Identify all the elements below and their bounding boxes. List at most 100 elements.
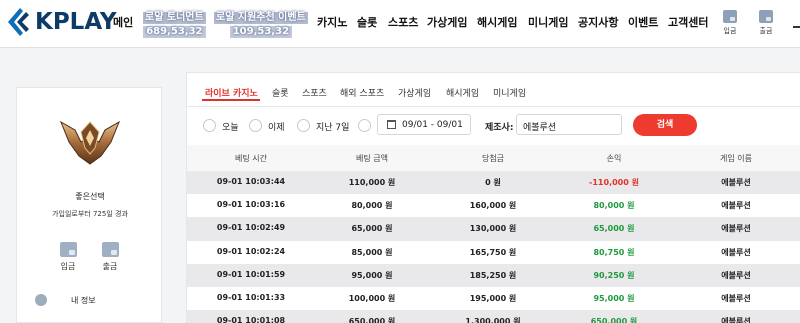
game-tabs: 라이브 카지노 슬롯 스포츠 해외 스포츠 가상게임 해시게임 미니게임 bbox=[187, 73, 800, 107]
promo-amount: 689,53,32 bbox=[143, 26, 206, 38]
header-deposit-button[interactable]: 입금 bbox=[718, 10, 742, 36]
tab-virtual[interactable]: 가상게임 bbox=[398, 86, 431, 99]
promo-title: 로얄 지원추천 이벤트 bbox=[214, 12, 308, 24]
user-nickname: 좋은선택 bbox=[75, 192, 105, 201]
tab-sports[interactable]: 스포츠 bbox=[302, 86, 327, 99]
deposit-label: 입금 bbox=[60, 262, 76, 271]
tab-live-casino[interactable]: 라이브 카지노 bbox=[205, 86, 258, 99]
col-bet-time: 베팅 시간 bbox=[235, 154, 267, 163]
radio-today[interactable] bbox=[203, 119, 216, 132]
radio-yesterday[interactable] bbox=[249, 119, 262, 132]
nav-hash[interactable]: 해시게임 bbox=[477, 14, 517, 30]
withdraw-label: 출금 bbox=[759, 27, 773, 35]
wallet-icon bbox=[59, 242, 77, 257]
nav-promo-tournament[interactable]: 로얄 토너먼트 689,53,32 bbox=[143, 12, 206, 38]
cell-profit-loss: 90,250 원 bbox=[593, 270, 635, 280]
col-profit-loss: 손익 bbox=[606, 154, 622, 163]
profile-withdraw-button[interactable]: 출금 bbox=[95, 242, 125, 272]
cell-bet-time: 09-01 10:01:08 bbox=[216, 316, 286, 323]
cell-bet-amount: 650,000 원 bbox=[348, 317, 396, 323]
col-game-name: 게임 이름 bbox=[720, 154, 752, 163]
cell-game-name: 에볼루션 bbox=[721, 270, 751, 280]
tab-overseas-sports[interactable]: 해외 스포츠 bbox=[340, 86, 384, 99]
radio-yesterday-label: 이제 bbox=[268, 123, 285, 133]
nav-slot[interactable]: 슬롯 bbox=[357, 14, 377, 30]
cell-bet-time: 09-01 10:01:59 bbox=[216, 269, 286, 279]
col-bet-amount: 베팅 금액 bbox=[356, 154, 388, 163]
cell-bet-time: 09-01 10:02:24 bbox=[216, 246, 286, 256]
table-row: 09-01 10:02:24 85,000 원 165,750 원 80,750 원 에… bbox=[187, 240, 800, 264]
promo-amount: 109,53,32 bbox=[229, 26, 293, 38]
cell-winnings: 160,000 원 bbox=[469, 201, 517, 211]
tab-hash[interactable]: 해시게임 bbox=[446, 86, 479, 99]
cell-bet-time: 09-01 10:02:49 bbox=[216, 223, 286, 233]
cell-winnings: 185,250 원 bbox=[469, 270, 517, 280]
cell-profit-loss: 80,000 원 bbox=[593, 201, 635, 211]
my-info-link[interactable]: 내 정보 bbox=[71, 295, 96, 306]
cell-bet-time: 09-01 10:03:44 bbox=[216, 177, 286, 186]
cell-bet-amount: 85,000 원 bbox=[351, 247, 393, 257]
date-range-picker[interactable]: 09/01 - 09/01 bbox=[377, 114, 471, 135]
rank-emblem-icon bbox=[60, 120, 120, 165]
profile-card: 좋은선택 가입일로부터 725일 경과 입금 출금 내 정보 bbox=[16, 87, 162, 323]
active-tab-indicator bbox=[202, 99, 260, 101]
cell-profit-loss: 65,000 원 bbox=[593, 224, 635, 234]
cell-bet-amount: 65,000 원 bbox=[351, 224, 393, 234]
radio-last-7-days-label: 지난 7일 bbox=[316, 123, 350, 133]
nav-notice[interactable]: 공지사항 bbox=[578, 14, 618, 30]
tab-mini[interactable]: 미니게임 bbox=[493, 86, 526, 99]
cell-game-name: 에볼루션 bbox=[721, 178, 751, 187]
table-row: 09-01 10:01:33 100,000 원 195,000 원 95,000 원… bbox=[187, 286, 800, 311]
cell-winnings: 1,300,000 원 bbox=[465, 317, 521, 323]
deposit-label: 입금 bbox=[723, 27, 737, 35]
cell-bet-amount: 95,000 원 bbox=[351, 270, 393, 280]
nav-event[interactable]: 이벤트 bbox=[628, 14, 658, 30]
cell-winnings: 0 원 bbox=[485, 178, 501, 187]
cell-game-name: 에볼루션 bbox=[721, 201, 751, 211]
cell-bet-time: 09-01 10:03:16 bbox=[216, 200, 286, 210]
table-body: 09-01 10:03:44 110,000 원0 원 -110,000 원 에볼루션… bbox=[187, 171, 800, 323]
cell-game-name: 에볼루션 bbox=[721, 247, 751, 257]
profile-deposit-button[interactable]: 입금 bbox=[53, 242, 83, 272]
wallet-icon bbox=[101, 242, 119, 257]
nav-promo-referral[interactable]: 로얄 지원추천 이벤트 109,53,32 bbox=[214, 12, 308, 38]
nav-main[interactable]: 메인 bbox=[113, 14, 133, 30]
cell-profit-loss: 80,750 원 bbox=[593, 247, 635, 257]
table-row: 09-01 10:01:59 95,000 원 185,250 원 90,250 원 에… bbox=[187, 263, 800, 287]
search-button[interactable]: 검색 bbox=[633, 114, 697, 136]
nav-casino[interactable]: 카지노 bbox=[317, 14, 347, 30]
wallet-icon bbox=[723, 10, 737, 23]
provider-input[interactable]: 에볼루션 bbox=[516, 114, 622, 135]
nav-mini[interactable]: 미니게임 bbox=[528, 14, 568, 30]
radio-last-7-days[interactable] bbox=[297, 119, 310, 132]
header-withdraw-button[interactable]: 출금 bbox=[754, 10, 778, 36]
cell-profit-loss: 95,000 원 bbox=[593, 293, 635, 303]
col-winnings: 당첨금 bbox=[481, 154, 505, 163]
cell-winnings: 195,000 원 bbox=[469, 293, 517, 303]
radio-custom-range[interactable] bbox=[358, 119, 371, 132]
calendar-icon bbox=[387, 120, 396, 129]
cell-winnings: 130,000 원 bbox=[469, 224, 517, 234]
nav-virtual[interactable]: 가상게임 bbox=[427, 14, 467, 30]
cell-bet-time: 09-01 10:01:33 bbox=[216, 292, 286, 302]
cell-bet-amount: 110,000 원 bbox=[348, 178, 396, 187]
menu-edge-icon[interactable] bbox=[793, 26, 800, 28]
nav-sports[interactable]: 스포츠 bbox=[388, 14, 418, 30]
tab-slot[interactable]: 슬롯 bbox=[272, 86, 289, 99]
nav-support[interactable]: 고객센터 bbox=[668, 14, 708, 30]
cell-winnings: 165,750 원 bbox=[469, 247, 517, 257]
promo-title: 로얄 토너먼트 bbox=[143, 12, 206, 24]
table-header: 베팅 시간 베팅 금액 당첨금 손익 게임 이름 bbox=[187, 145, 800, 171]
cell-game-name: 에볼루션 bbox=[721, 224, 751, 234]
date-range-value: 09/01 - 09/01 bbox=[402, 120, 463, 130]
brand-logo[interactable]: KPLAY bbox=[4, 6, 117, 38]
cell-game-name: 에볼루션 bbox=[721, 317, 751, 323]
table-row: 09-01 10:01:08 650,000 원 1,300,000 원 650,00… bbox=[187, 310, 800, 323]
user-icon bbox=[35, 294, 47, 306]
table-row: 09-01 10:02:49 65,000 원 130,000 원 65,000 원 에… bbox=[187, 217, 800, 241]
cell-bet-amount: 100,000 원 bbox=[348, 293, 396, 303]
member-since: 가입일로부터 725일 경과 bbox=[52, 210, 128, 218]
kplay-chevron-icon bbox=[8, 8, 29, 36]
table-row: 09-01 10:03:16 80,000 원 160,000 원 80,000 원 에… bbox=[187, 194, 800, 218]
wallet-icon bbox=[759, 10, 773, 23]
